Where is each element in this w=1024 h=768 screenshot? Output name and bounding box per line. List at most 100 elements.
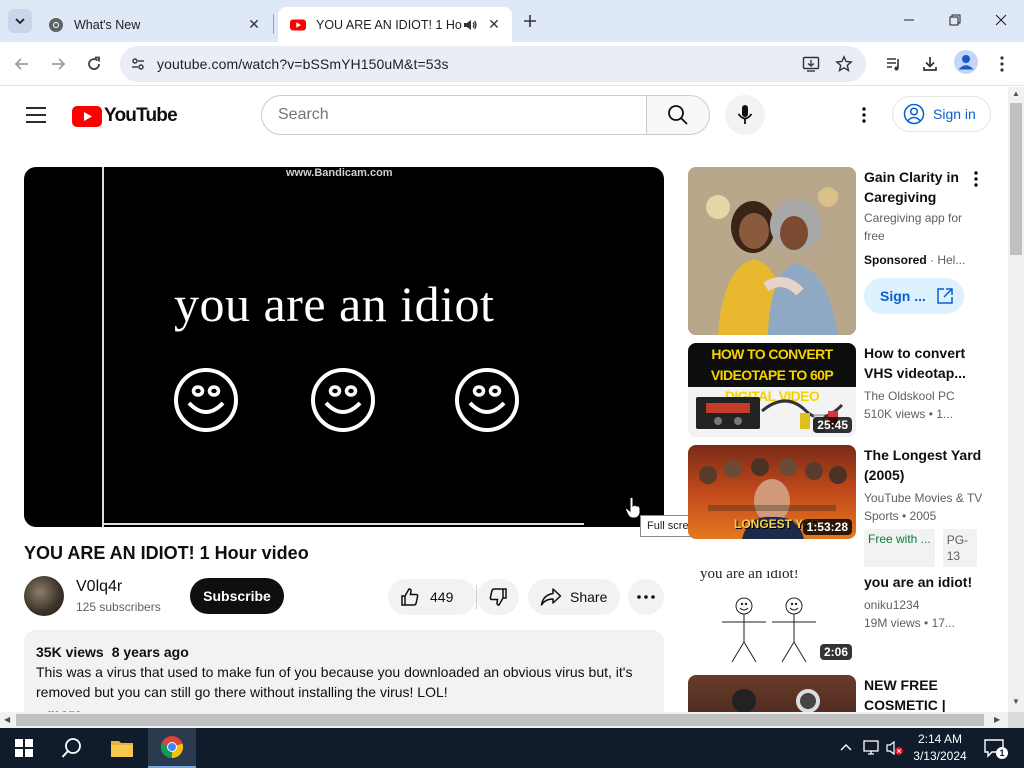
minimize-button[interactable] <box>886 0 932 40</box>
close-tab-icon[interactable]: ✕ <box>246 16 262 33</box>
smiley-face-icon <box>311 368 375 432</box>
settings-menu-button[interactable] <box>852 101 876 129</box>
video-player[interactable]: www.Bandicam.com you are an idiot <box>24 167 664 527</box>
related-video-card[interactable]: NEW FREE COSMETIC | <box>688 675 988 712</box>
upload-age: 1... <box>936 407 953 421</box>
subscribe-button[interactable]: Subscribe <box>190 578 284 614</box>
video-thumbnail[interactable]: HOW TO CONVERT VIDEOTAPE TO 60P DIGITAL … <box>688 343 856 437</box>
volume-muted-icon[interactable] <box>886 740 904 756</box>
start-button[interactable] <box>0 728 48 768</box>
channel-name[interactable]: oniku1234 <box>864 596 984 614</box>
bookmark-star-icon[interactable] <box>835 55 853 73</box>
chevron-up-icon[interactable] <box>840 742 852 754</box>
video-duration: 25:45 <box>813 417 852 433</box>
ad-cta-button[interactable]: Sign ... <box>864 278 964 314</box>
sign-in-button[interactable]: Sign in <box>892 96 991 132</box>
video-thumbnail[interactable]: you are an idiot! 2:06 <box>688 570 856 664</box>
address-bar[interactable]: youtube.com/watch?v=bSSmYH150uM&t=53s <box>120 46 866 82</box>
smiley-face-icon <box>174 368 238 432</box>
channel-avatar[interactable] <box>24 576 64 616</box>
scroll-down-arrow-icon[interactable]: ▼ <box>1012 697 1020 706</box>
scroll-left-arrow-icon[interactable]: ◀ <box>4 715 10 724</box>
channel-name[interactable]: The Oldskool PC <box>864 387 984 405</box>
taskbar-search-button[interactable] <box>48 728 96 768</box>
dislike-button[interactable] <box>477 579 519 615</box>
ad-thumbnail[interactable] <box>688 167 856 335</box>
scrollbar-thumb[interactable] <box>16 714 984 726</box>
video-title-link[interactable]: The Longest Yard (2005) <box>864 445 984 485</box>
close-tab-icon[interactable]: ✕ <box>486 16 502 33</box>
youtube-header: YouTube Search Sign in <box>0 87 1008 143</box>
view-count: 35K views <box>36 644 104 660</box>
video-title: YOU ARE AN IDIOT! 1 Hour video <box>24 543 309 563</box>
description-box[interactable]: 35K views 8 years ago This was a virus th… <box>24 630 664 722</box>
action-center-button[interactable]: 1 <box>982 736 1008 760</box>
scroll-right-arrow-icon[interactable]: ▶ <box>994 715 1000 724</box>
sponsored-card[interactable]: Gain Clarity in Caregiving Caregiving ap… <box>688 167 988 337</box>
search-input[interactable]: Search <box>261 95 647 135</box>
kebab-menu-icon <box>862 107 866 123</box>
chrome-taskbar-button[interactable] <box>148 728 196 768</box>
share-arrow-icon <box>540 588 562 606</box>
notification-count: 1 <box>996 747 1008 759</box>
back-button[interactable] <box>10 52 34 76</box>
microphone-icon <box>737 105 753 124</box>
close-icon <box>995 14 1007 26</box>
ad-title[interactable]: Gain Clarity in Caregiving <box>864 167 964 207</box>
share-button[interactable]: Share <box>528 579 620 615</box>
search-button[interactable] <box>646 95 710 135</box>
search-icon <box>668 105 688 125</box>
horizontal-dots-icon <box>637 595 655 599</box>
file-explorer-button[interactable] <box>98 728 146 768</box>
video-title-link[interactable]: How to convert VHS videotap... <box>864 343 984 383</box>
speaker-icon[interactable] <box>462 17 478 33</box>
site-settings-icon[interactable] <box>130 56 146 72</box>
scroll-up-arrow-icon[interactable]: ▲ <box>1012 89 1020 98</box>
related-video-card[interactable]: LONGEST YAR 1:53:28 The Longest Yard (20… <box>688 445 988 567</box>
chrome-menu-button[interactable] <box>990 52 1014 76</box>
channel-name[interactable]: YouTube Movies & TV <box>864 489 984 507</box>
view-stats: 35K views 8 years ago <box>36 642 652 662</box>
restore-button[interactable] <box>932 0 978 40</box>
arrow-right-icon <box>52 58 66 70</box>
subscriber-count: 125 subscribers <box>76 600 161 614</box>
tab-title: What's New <box>74 17 141 32</box>
related-video-card[interactable]: you are an idiot! 2:06 you are an idiot!… <box>688 570 988 666</box>
tab-whats-new[interactable]: What's New ✕ <box>36 7 272 42</box>
video-frame-edge <box>102 167 104 527</box>
video-title-link[interactable]: you are an idiot! <box>864 572 984 592</box>
browser-tab-bar: What's New ✕ YOU ARE AN IDIOT! 1 Hour vi… <box>0 0 1024 42</box>
downloads-button[interactable] <box>918 52 942 76</box>
video-title-link[interactable]: NEW FREE COSMETIC | <box>864 675 964 712</box>
windows-logo-icon <box>15 739 33 757</box>
kebab-menu-icon[interactable] <box>974 171 978 187</box>
thumbs-up-icon <box>401 588 419 606</box>
reload-button[interactable] <box>82 52 106 76</box>
new-tab-button[interactable] <box>518 9 542 33</box>
network-icon[interactable] <box>862 740 880 756</box>
install-app-icon[interactable] <box>802 55 820 73</box>
guide-menu-button[interactable] <box>22 101 50 129</box>
youtube-logo[interactable]: YouTube <box>72 105 178 127</box>
voice-search-button[interactable] <box>725 95 765 135</box>
channel-name-link[interactable]: V0lq4r <box>76 578 122 596</box>
like-button[interactable]: 449 <box>388 579 476 615</box>
more-actions-button[interactable] <box>628 579 664 615</box>
related-video-card[interactable]: HOW TO CONVERT VIDEOTAPE TO 60P DIGITAL … <box>688 343 988 439</box>
horizontal-scrollbar[interactable]: ◀ ▶ <box>0 712 1008 728</box>
youtube-favicon-icon <box>290 19 306 30</box>
forward-button[interactable] <box>46 52 70 76</box>
system-clock[interactable]: 2:14 AM 3/13/2024 <box>908 731 972 765</box>
scrollbar-thumb[interactable] <box>1010 103 1022 255</box>
media-controls-button[interactable] <box>882 52 906 76</box>
account-circle-icon <box>903 103 925 125</box>
tab-search-button[interactable] <box>8 9 32 33</box>
tab-youtube-video[interactable]: YOU ARE AN IDIOT! 1 Hour video - YouTube… <box>278 7 512 42</box>
reload-icon <box>88 56 100 70</box>
chevron-down-icon <box>15 18 25 25</box>
video-thumbnail[interactable] <box>688 675 856 712</box>
video-thumbnail[interactable]: LONGEST YAR 1:53:28 <box>688 445 856 539</box>
close-window-button[interactable] <box>978 0 1024 40</box>
vertical-scrollbar[interactable]: ▲ ▼ <box>1008 87 1024 712</box>
profile-avatar-button[interactable] <box>954 50 978 74</box>
